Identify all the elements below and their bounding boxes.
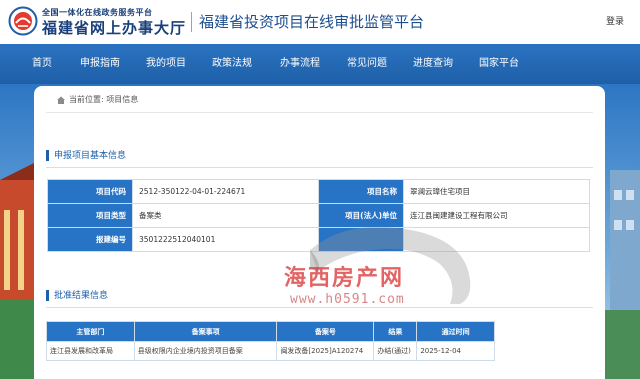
top-header: 全国一体化在线政务服务平台 福建省网上办事大厅 福建省投资项目在线审批监管平台 … bbox=[0, 0, 640, 44]
approval-section-title: 批准结果信息 bbox=[46, 288, 108, 302]
section-marker bbox=[46, 290, 49, 301]
empty-value bbox=[403, 227, 590, 252]
section-divider bbox=[46, 307, 593, 308]
project-info-grid: 项目代码 2512-350122-04-01-224671 项目名称 翠澜云璋住… bbox=[47, 179, 590, 252]
col-header-result: 结果 bbox=[373, 321, 418, 342]
pavilion-decoration bbox=[0, 162, 36, 379]
project-name-label: 项目名称 bbox=[318, 179, 404, 204]
empty-label bbox=[318, 227, 404, 252]
breadcrumb-divider bbox=[46, 112, 593, 113]
basic-info-title: 申报项目基本信息 bbox=[54, 151, 127, 161]
platform-title: 福建省投资项目在线审批监管平台 bbox=[199, 13, 425, 31]
login-link[interactable]: 登录 bbox=[606, 14, 624, 27]
cell-department: 连江县发展和改革局 bbox=[46, 341, 135, 361]
cell-number: 闽发改备[2025]A120274 bbox=[276, 341, 375, 361]
home-icon bbox=[57, 96, 65, 104]
approval-result-table: 主管部门 备案事项 备案号 结果 通过时间 连江县发展和改革局 县级权限内企业境… bbox=[46, 321, 495, 361]
filing-number-label: 报建编号 bbox=[47, 227, 133, 252]
section-divider bbox=[46, 167, 593, 168]
breadcrumb: 当前位置: 项目信息 bbox=[56, 94, 138, 108]
col-header-time: 通过时间 bbox=[416, 321, 495, 342]
legal-entity-value: 连江县闽建建设工程有限公司 bbox=[403, 203, 590, 228]
nav-faq[interactable]: 常见问题 bbox=[347, 44, 387, 84]
basic-info-section-title: 申报项目基本信息 bbox=[46, 148, 126, 162]
project-code-label: 项目代码 bbox=[47, 179, 133, 204]
info-row: 报建编号 3501222512040101 bbox=[47, 227, 590, 252]
government-emblem-icon bbox=[8, 6, 38, 36]
cell-item: 县级权限内企业境内投资项目备案 bbox=[133, 341, 278, 361]
main-nav: 首页 申报指南 我的项目 政策法规 办事流程 常见问题 进度查询 国家平台 bbox=[0, 44, 640, 84]
building-decoration bbox=[604, 170, 640, 379]
nav-my-projects[interactable]: 我的项目 bbox=[146, 44, 186, 84]
header-divider bbox=[191, 12, 192, 32]
cell-result: 办结(通过) bbox=[373, 341, 418, 361]
nav-process[interactable]: 办事流程 bbox=[280, 44, 320, 84]
nav-national-platform[interactable]: 国家平台 bbox=[479, 44, 519, 84]
nav-progress-query[interactable]: 进度查询 bbox=[413, 44, 453, 84]
breadcrumb-current[interactable]: 项目信息 bbox=[106, 95, 138, 104]
table-header-row: 主管部门 备案事项 备案号 结果 通过时间 bbox=[46, 321, 495, 342]
nav-guide[interactable]: 申报指南 bbox=[80, 44, 120, 84]
info-row: 项目代码 2512-350122-04-01-224671 项目名称 翠澜云璋住… bbox=[47, 179, 590, 204]
nav-policies[interactable]: 政策法规 bbox=[212, 44, 252, 84]
col-header-item: 备案事项 bbox=[133, 321, 278, 342]
table-row: 连江县发展和改革局 县级权限内企业境内投资项目备案 闽发改备[2025]A120… bbox=[46, 341, 495, 361]
col-header-number: 备案号 bbox=[276, 321, 375, 342]
filing-number-value: 3501222512040101 bbox=[132, 227, 319, 252]
logo-title: 福建省网上办事大厅 bbox=[42, 19, 187, 37]
project-name-value: 翠澜云璋住宅项目 bbox=[403, 179, 590, 204]
project-type-value: 备案类 bbox=[132, 203, 319, 228]
content-card: 当前位置: 项目信息 申报项目基本信息 项目代码 2512-350122-04-… bbox=[34, 86, 605, 379]
section-marker bbox=[46, 150, 49, 161]
legal-entity-label: 项目(法人)单位 bbox=[318, 203, 404, 228]
nav-home[interactable]: 首页 bbox=[32, 44, 52, 84]
cell-time: 2025-12-04 bbox=[416, 341, 495, 361]
info-row: 项目类型 备案类 项目(法人)单位 连江县闽建建设工程有限公司 bbox=[47, 203, 590, 228]
col-header-department: 主管部门 bbox=[46, 321, 135, 342]
project-type-label: 项目类型 bbox=[47, 203, 133, 228]
approval-title: 批准结果信息 bbox=[54, 291, 109, 301]
project-code-value: 2512-350122-04-01-224671 bbox=[132, 179, 319, 204]
breadcrumb-prefix: 当前位置: bbox=[69, 95, 104, 104]
